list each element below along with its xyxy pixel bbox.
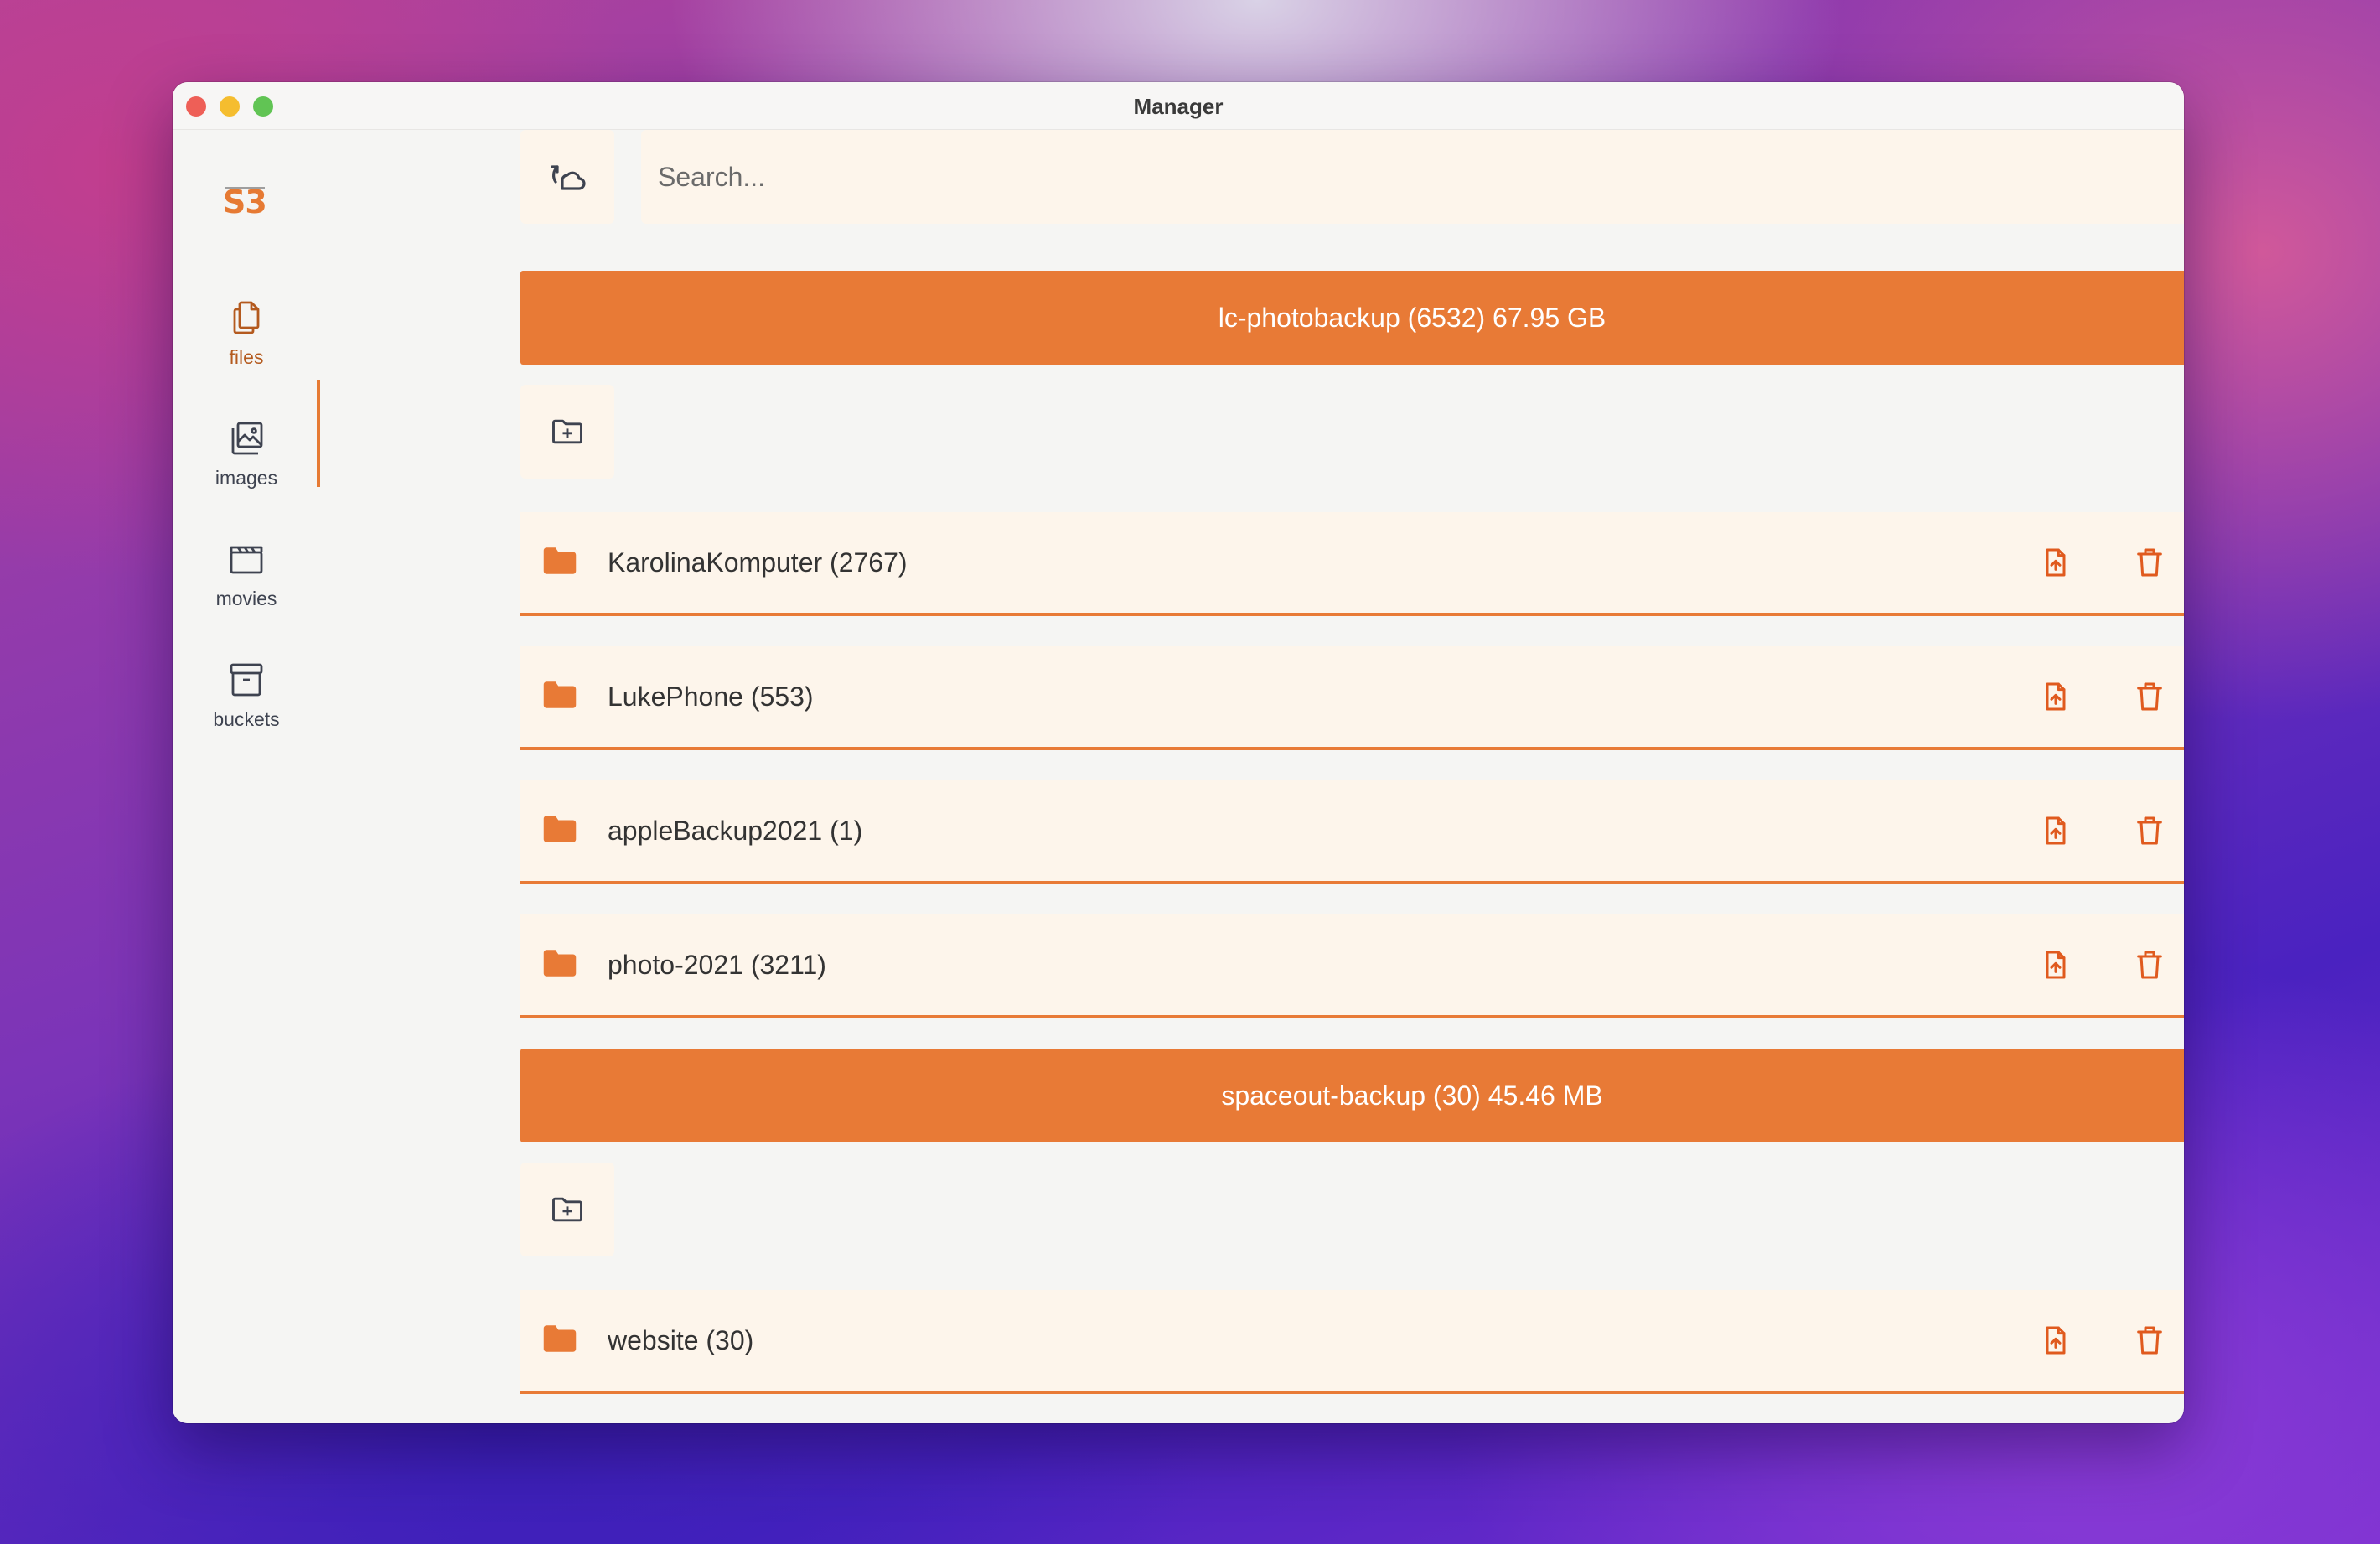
bucket-header[interactable]: spaceout-backup (30) 45.46 MB: [520, 1049, 2184, 1142]
folder-name: LukePhone (553): [608, 681, 814, 712]
folder-row[interactable]: LukePhone (553): [520, 646, 2184, 750]
folder-icon: [543, 816, 577, 842]
refresh-button[interactable]: [520, 130, 614, 224]
app-window: Manager S3 files images movies buckets S…: [173, 82, 2184, 1423]
sidebar-item-images[interactable]: images: [173, 418, 320, 519]
delete-folder-button[interactable]: [2129, 542, 2170, 583]
trash-icon: [2137, 816, 2162, 845]
bucket-header[interactable]: lc-photobackup (6532) 67.95 GB: [520, 271, 2184, 365]
main-content: lc-photobackup (6532) 67.95 GB KarolinaK…: [347, 130, 2184, 1423]
file-upload-icon: [2046, 816, 2066, 845]
folder-icon: [543, 681, 577, 708]
folder-name: KarolinaKomputer (2767): [608, 547, 908, 578]
upload-file-button[interactable]: [2036, 1320, 2076, 1360]
folder-name: website (30): [608, 1325, 754, 1355]
delete-folder-button[interactable]: [2129, 676, 2170, 717]
sidebar-item-label: movies: [215, 588, 277, 609]
sidebar-item-files[interactable]: files: [173, 298, 320, 398]
folder-icon: [543, 1325, 577, 1352]
sidebar-item-label: buckets: [213, 708, 280, 730]
folder-name: photo-2021 (3211): [608, 950, 826, 980]
folder-row[interactable]: photo-2021 (3211): [520, 914, 2184, 1018]
trash-icon: [2137, 951, 2162, 979]
folder-row[interactable]: website (30): [520, 1290, 2184, 1394]
upload-file-button[interactable]: [2036, 542, 2076, 583]
delete-folder-button[interactable]: [2129, 1320, 2170, 1360]
files-icon: [233, 301, 260, 334]
title-bar: Manager: [173, 82, 2184, 130]
upload-file-button[interactable]: [2036, 676, 2076, 717]
clapperboard-icon: [230, 546, 263, 574]
new-folder-button[interactable]: [520, 385, 614, 479]
active-indicator: [317, 380, 320, 487]
search-input[interactable]: [641, 130, 2184, 224]
folder-icon: [543, 950, 577, 977]
sidebar: S3 files images movies buckets: [173, 130, 320, 1423]
file-upload-icon: [2046, 1326, 2066, 1355]
upload-file-button[interactable]: [2036, 945, 2076, 985]
folder-plus-icon: [552, 1197, 582, 1222]
delete-folder-button[interactable]: [2129, 811, 2170, 851]
folder-row[interactable]: KarolinaKomputer (2767): [520, 512, 2184, 616]
images-icon: [231, 422, 263, 455]
delete-folder-button[interactable]: [2129, 945, 2170, 985]
sidebar-item-label: files: [229, 346, 264, 368]
sidebar-item-buckets[interactable]: buckets: [173, 660, 320, 760]
archive-box-icon: [230, 663, 263, 697]
refresh-cloud-icon: [551, 165, 586, 190]
upload-file-button[interactable]: [2036, 811, 2076, 851]
file-upload-icon: [2046, 548, 2066, 577]
file-upload-icon: [2046, 682, 2066, 711]
window-title: Manager: [1133, 94, 1224, 119]
file-upload-icon: [2046, 951, 2066, 979]
folder-plus-icon: [552, 419, 582, 444]
sidebar-item-label: images: [215, 467, 278, 489]
new-folder-button[interactable]: [520, 1163, 614, 1256]
folder-name: appleBackup2021 (1): [608, 816, 863, 846]
trash-icon: [2137, 1326, 2162, 1355]
sidebar-item-movies[interactable]: movies: [173, 539, 320, 640]
trash-icon: [2137, 682, 2162, 711]
folder-row[interactable]: appleBackup2021 (1): [520, 780, 2184, 884]
folder-icon: [543, 547, 577, 574]
trash-icon: [2137, 548, 2162, 577]
s3-logo: S3: [223, 184, 267, 220]
